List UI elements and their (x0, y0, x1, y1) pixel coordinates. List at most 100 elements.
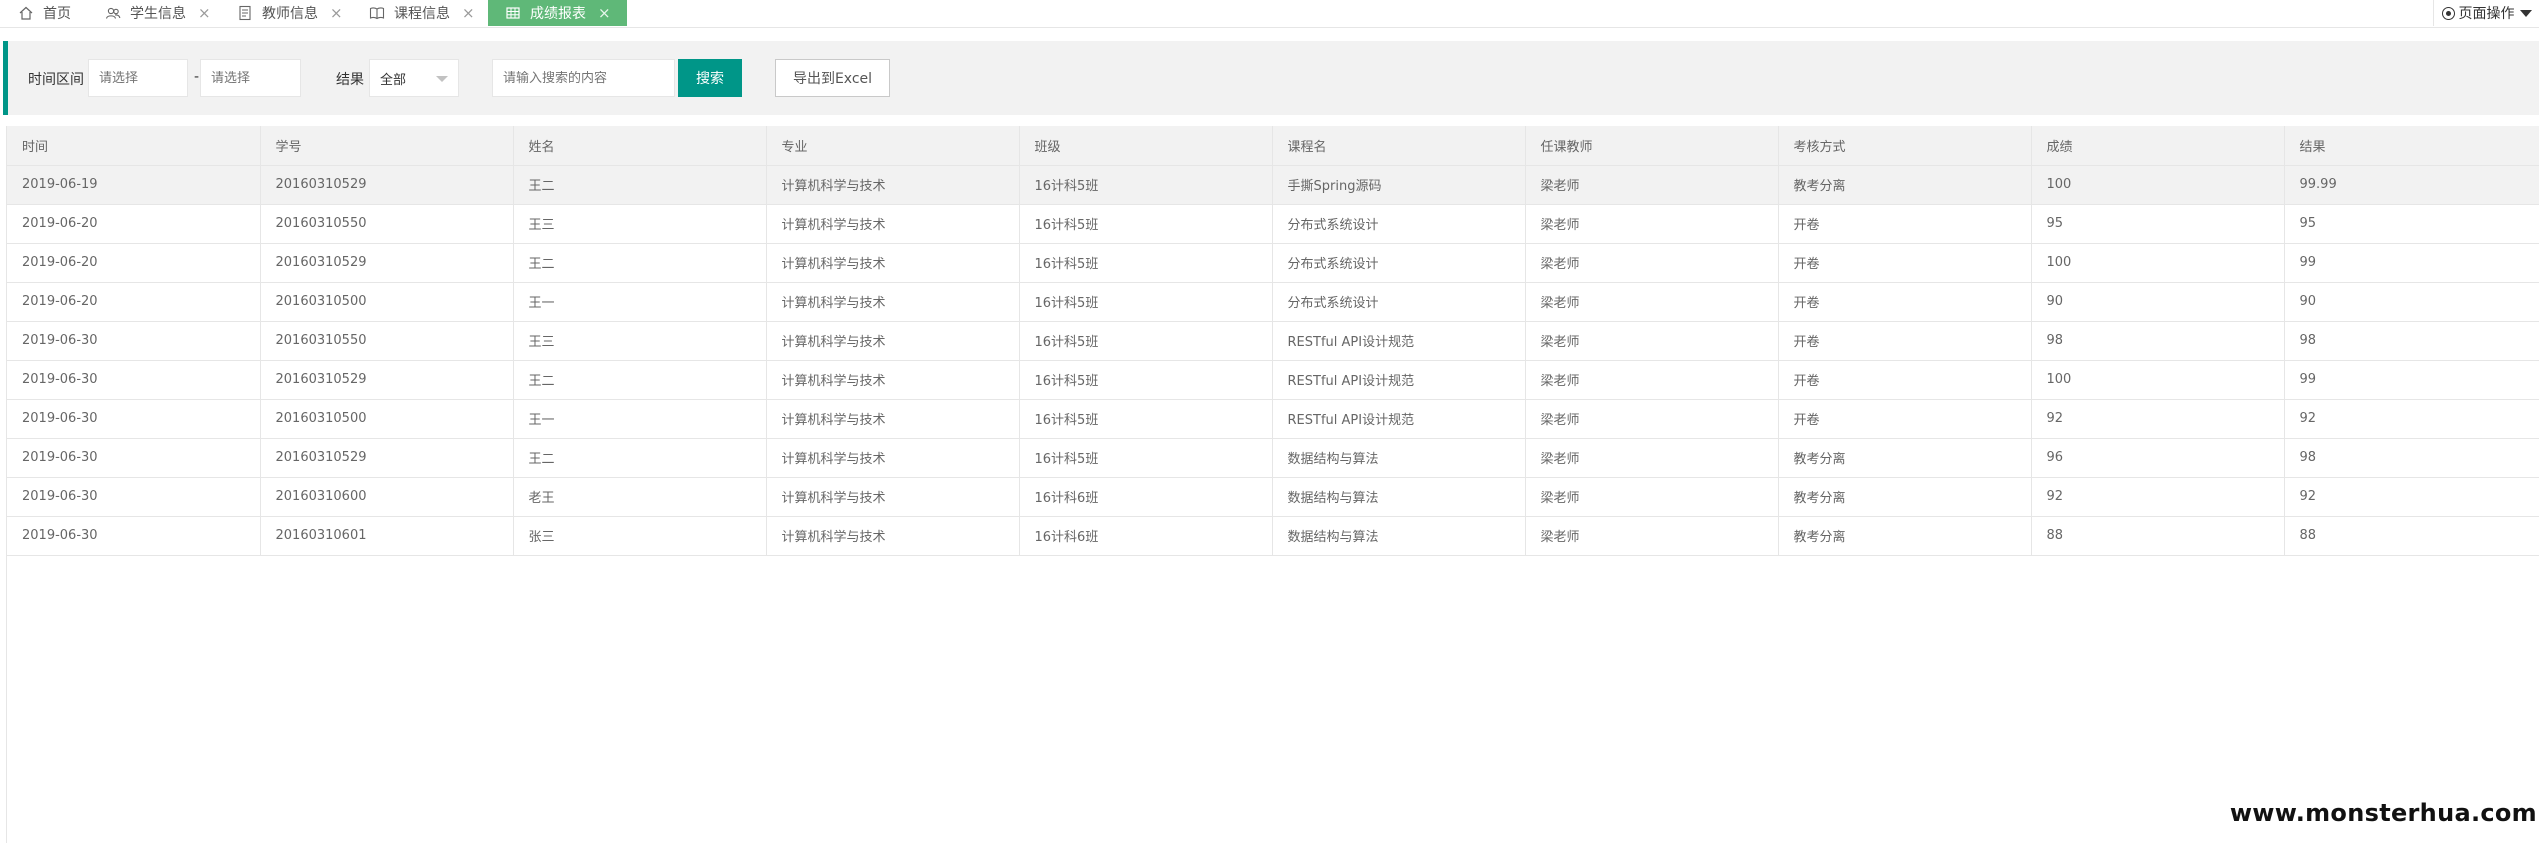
table-row[interactable]: 2019-06-30 20160310500 王一 计算机科学与技术 16计科5班 RES… (7, 399, 2539, 439)
start-date-field[interactable] (99, 70, 187, 86)
result-cell: 99 (2284, 243, 2539, 283)
tab-course-info[interactable]: 课程信息 × (368, 0, 475, 26)
table-row[interactable]: 2019-06-30 20160310600 老王 计算机科学与技术 16计科6班 数据结… (7, 477, 2539, 517)
column-header[interactable]: 班级 (1019, 126, 1273, 166)
teacher-cell: 梁老师 (1525, 282, 1779, 322)
assessment-cell: 教考分离 (1778, 165, 2032, 205)
name-cell: 张三 (513, 516, 767, 556)
assessment-cell: 开卷 (1778, 243, 2032, 283)
end-date-input[interactable] (200, 59, 301, 97)
name-cell: 王二 (513, 243, 767, 283)
column-header[interactable]: 姓名 (513, 126, 767, 166)
assessment-cell: 教考分离 (1778, 477, 2032, 517)
tab-teacher-info[interactable]: 教师信息 × (236, 0, 343, 26)
result-select[interactable]: 全部 (369, 59, 459, 97)
column-header[interactable]: 结果 (2284, 126, 2539, 166)
column-header[interactable]: 学号 (260, 126, 514, 166)
date-cell: 2019-06-30 (7, 438, 261, 478)
table-row[interactable]: 2019-06-20 20160310529 王二 计算机科学与技术 16计科5班 分布式… (7, 243, 2539, 283)
date-cell: 2019-06-20 (7, 204, 261, 244)
export-excel-button[interactable]: 导出到Excel (775, 59, 890, 97)
close-icon[interactable]: × (462, 5, 475, 21)
page-operations-menu[interactable]: 页面操作 (2433, 0, 2539, 26)
book-icon (368, 4, 386, 22)
assessment-cell: 开卷 (1778, 282, 2032, 322)
major-cell: 计算机科学与技术 (766, 321, 1020, 361)
result-select-value: 全部 (380, 72, 407, 88)
course-cell: RESTful API设计规范 (1272, 321, 1526, 361)
result-cell: 92 (2284, 399, 2539, 439)
table-row[interactable]: 2019-06-19 20160310529 王二 计算机科学与技术 16计科5班 手撕S… (7, 165, 2539, 205)
student-id-cell: 20160310550 (260, 321, 514, 361)
assessment-cell: 开卷 (1778, 360, 2032, 400)
score-cell: 95 (2031, 204, 2285, 244)
assessment-cell: 开卷 (1778, 321, 2032, 361)
search-button[interactable]: 搜索 (678, 59, 742, 97)
name-cell: 王一 (513, 282, 767, 322)
close-icon[interactable]: × (198, 5, 211, 21)
teacher-cell: 梁老师 (1525, 438, 1779, 478)
score-table-container: 时间 学号 姓名 专业 班级 课程名 任课教师 考核方式 成绩 结果 2019-… (6, 126, 2539, 843)
teacher-cell: 梁老师 (1525, 243, 1779, 283)
course-cell: RESTful API设计规范 (1272, 399, 1526, 439)
course-cell: 分布式系统设计 (1272, 243, 1526, 283)
class-cell: 16计科5班 (1019, 438, 1273, 478)
search-field[interactable] (503, 70, 674, 86)
filter-panel: 时间区间 - 结果 全部 搜索 导出到Excel (3, 41, 2539, 115)
column-header[interactable]: 成绩 (2031, 126, 2285, 166)
course-cell: 数据结构与算法 (1272, 438, 1526, 478)
class-cell: 16计科5班 (1019, 165, 1273, 205)
end-date-field[interactable] (211, 70, 300, 86)
name-cell: 王三 (513, 204, 767, 244)
close-icon[interactable]: × (598, 5, 611, 21)
score-table: 时间 学号 姓名 专业 班级 课程名 任课教师 考核方式 成绩 结果 2019-… (7, 126, 2539, 556)
teacher-cell: 梁老师 (1525, 165, 1779, 205)
teacher-cell: 梁老师 (1525, 477, 1779, 517)
score-cell: 90 (2031, 282, 2285, 322)
table-row[interactable]: 2019-06-30 20160310529 王二 计算机科学与技术 16计科5班 RES… (7, 360, 2539, 400)
result-cell: 99 (2284, 360, 2539, 400)
result-label: 结果 (336, 72, 364, 88)
assessment-cell: 教考分离 (1778, 516, 2032, 556)
class-cell: 16计科5班 (1019, 243, 1273, 283)
course-cell: 手撕Spring源码 (1272, 165, 1526, 205)
major-cell: 计算机科学与技术 (766, 438, 1020, 478)
table-row[interactable]: 2019-06-20 20160310550 王三 计算机科学与技术 16计科5班 分布式… (7, 204, 2539, 244)
close-icon[interactable]: × (330, 5, 343, 21)
assessment-cell: 开卷 (1778, 399, 2032, 439)
tab-home[interactable]: 首页 (17, 0, 71, 26)
table-row[interactable]: 2019-06-20 20160310500 王一 计算机科学与技术 16计科5班 分布式… (7, 282, 2539, 322)
class-cell: 16计科5班 (1019, 399, 1273, 439)
column-header[interactable]: 考核方式 (1778, 126, 2032, 166)
course-cell: 分布式系统设计 (1272, 204, 1526, 244)
course-cell: 数据结构与算法 (1272, 516, 1526, 556)
name-cell: 王一 (513, 399, 767, 439)
date-cell: 2019-06-30 (7, 360, 261, 400)
radio-icon (2441, 6, 2455, 20)
start-date-input[interactable] (88, 59, 188, 97)
major-cell: 计算机科学与技术 (766, 243, 1020, 283)
major-cell: 计算机科学与技术 (766, 360, 1020, 400)
teacher-cell: 梁老师 (1525, 399, 1779, 439)
student-id-cell: 20160310529 (260, 360, 514, 400)
result-cell: 98 (2284, 438, 2539, 478)
student-id-cell: 20160310601 (260, 516, 514, 556)
column-header[interactable]: 任课教师 (1525, 126, 1779, 166)
column-header[interactable]: 课程名 (1272, 126, 1526, 166)
column-header[interactable]: 专业 (766, 126, 1020, 166)
score-cell: 100 (2031, 360, 2285, 400)
tab-bar: 首页 学生信息 × 教师信息 × 课程信息 × 成绩报表 × 页面操作 (0, 0, 2539, 28)
result-cell: 92 (2284, 477, 2539, 517)
table-row[interactable]: 2019-06-30 20160310550 王三 计算机科学与技术 16计科5班 RES… (7, 321, 2539, 361)
tab-score-report[interactable]: 成绩报表 × (488, 0, 627, 26)
table-row[interactable]: 2019-06-30 20160310529 王二 计算机科学与技术 16计科5班 数据结… (7, 438, 2539, 478)
table-row[interactable]: 2019-06-30 20160310601 张三 计算机科学与技术 16计科6班 数据结… (7, 516, 2539, 556)
column-header[interactable]: 时间 (7, 126, 261, 166)
date-cell: 2019-06-30 (7, 399, 261, 439)
date-cell: 2019-06-30 (7, 516, 261, 556)
search-input[interactable] (492, 59, 675, 97)
class-cell: 16计科5班 (1019, 204, 1273, 244)
tab-student-info[interactable]: 学生信息 × (104, 0, 211, 26)
class-cell: 16计科5班 (1019, 282, 1273, 322)
major-cell: 计算机科学与技术 (766, 204, 1020, 244)
